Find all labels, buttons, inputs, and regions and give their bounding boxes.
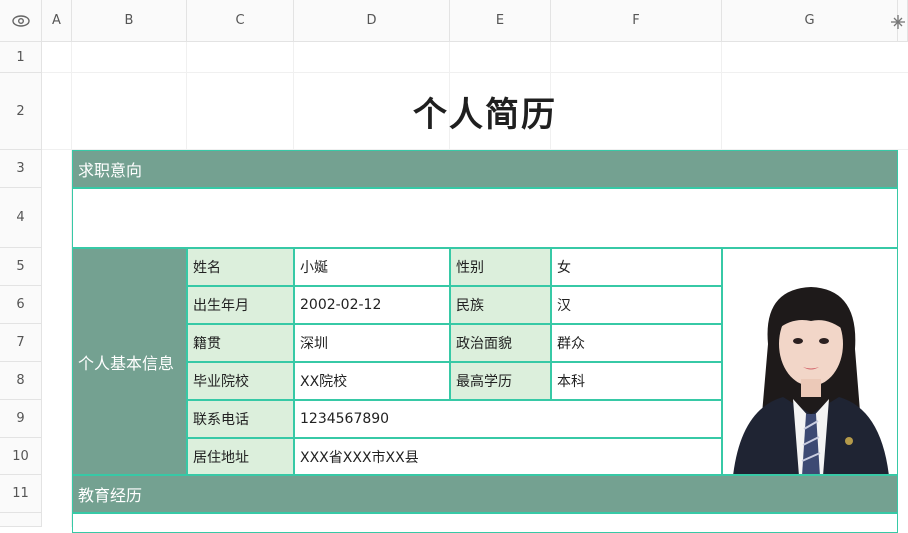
- field-label-ethnicity[interactable]: 民族: [450, 286, 551, 324]
- column-header-a[interactable]: A: [42, 0, 72, 42]
- portrait-image: [723, 249, 897, 474]
- field-value-name[interactable]: 小娫: [294, 248, 450, 286]
- row-header-8[interactable]: 8: [0, 362, 42, 400]
- row-header-2[interactable]: 2: [0, 73, 42, 150]
- row-header-4[interactable]: 4: [0, 188, 42, 248]
- row-header-6[interactable]: 6: [0, 286, 42, 324]
- column-header-e[interactable]: E: [450, 0, 551, 42]
- row-header-11[interactable]: 11: [0, 475, 42, 513]
- eye-icon[interactable]: [11, 14, 30, 27]
- section-basic-info[interactable]: 个人基本信息: [72, 248, 187, 475]
- column-header-b[interactable]: B: [72, 0, 187, 42]
- field-value-birth[interactable]: 2002-02-12: [294, 286, 450, 324]
- field-label-phone[interactable]: 联系电话: [187, 400, 294, 438]
- row-header-1[interactable]: 1: [0, 42, 42, 73]
- field-label-address[interactable]: 居住地址: [187, 438, 294, 475]
- job-intent-content-cell[interactable]: [72, 188, 898, 248]
- field-label-name[interactable]: 姓名: [187, 248, 294, 286]
- field-value-address[interactable]: XXX省XXX市XX县: [294, 438, 722, 475]
- column-header-f[interactable]: F: [551, 0, 722, 42]
- field-value-school[interactable]: XX院校: [294, 362, 450, 400]
- spreadsheet: A B C D E F G 1 2 3 4 5 6 7 8 9 10 11 个人…: [0, 0, 908, 533]
- column-header-d[interactable]: D: [294, 0, 450, 42]
- row-header-7[interactable]: 7: [0, 324, 42, 362]
- field-label-hometown[interactable]: 籍贯: [187, 324, 294, 362]
- field-label-gender[interactable]: 性别: [450, 248, 551, 286]
- row-header-9[interactable]: 9: [0, 400, 42, 438]
- profile-photo[interactable]: [722, 248, 898, 475]
- section-education[interactable]: 教育经历: [72, 475, 898, 513]
- column-header-c[interactable]: C: [187, 0, 294, 42]
- row-header-5[interactable]: 5: [0, 248, 42, 286]
- education-content-cell[interactable]: [72, 513, 898, 533]
- field-value-ethnicity[interactable]: 汉: [551, 286, 722, 324]
- column-header-g[interactable]: G: [722, 0, 898, 42]
- freeze-pane-icon[interactable]: [888, 12, 908, 32]
- field-label-birth[interactable]: 出生年月: [187, 286, 294, 324]
- field-label-school[interactable]: 毕业院校: [187, 362, 294, 400]
- row-header-12[interactable]: [0, 513, 42, 527]
- select-all-corner[interactable]: [0, 0, 42, 42]
- field-label-political[interactable]: 政治面貌: [450, 324, 551, 362]
- field-label-degree[interactable]: 最高学历: [450, 362, 551, 400]
- row-header-10[interactable]: 10: [0, 438, 42, 475]
- field-value-gender[interactable]: 女: [551, 248, 722, 286]
- section-job-intent[interactable]: 求职意向: [72, 150, 898, 188]
- field-value-political[interactable]: 群众: [551, 324, 722, 362]
- field-value-degree[interactable]: 本科: [551, 362, 722, 400]
- field-value-phone[interactable]: 1234567890: [294, 400, 722, 438]
- resume-title[interactable]: 个人简历: [72, 73, 898, 150]
- row-header-3[interactable]: 3: [0, 150, 42, 188]
- field-value-hometown[interactable]: 深圳: [294, 324, 450, 362]
